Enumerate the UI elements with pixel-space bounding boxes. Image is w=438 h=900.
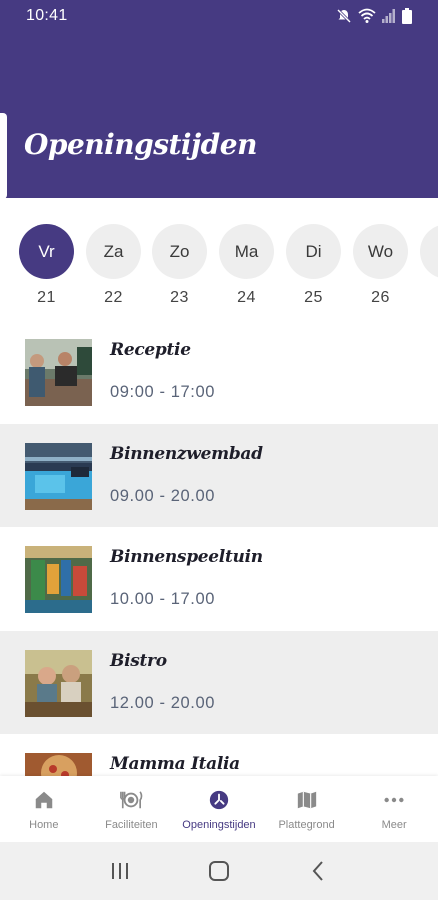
day-wo[interactable]: Wo 26 [353,224,408,307]
clock-icon [209,790,229,810]
facility-name: Bistro [110,650,167,671]
tab-label: Openingstijden [182,819,256,831]
tab-openingstijden[interactable]: Openingstijden [175,776,263,842]
facility-name: Mamma Italia [110,754,240,774]
tab-label: Faciliteiten [105,819,158,831]
tab-faciliteiten[interactable]: Faciliteiten [88,776,176,842]
day-circle: Wo [353,224,408,279]
page-title: Openingstijden [24,128,257,161]
day-number: 23 [170,289,189,306]
facility-name: Binnenzwembad [110,443,263,464]
day-circle [420,224,438,279]
more-dots-icon [384,797,404,803]
day-circle: Vr [19,224,74,279]
facility-thumbnail [25,753,92,776]
home-nav-icon [208,861,229,881]
facility-hours: 09:00 - 17:00 [110,383,216,401]
status-icons [336,8,412,24]
map-icon [297,791,316,809]
day-selector: Vr 21 Za 22 Zo 23 Ma 24 Di 25 Wo 26 [0,198,438,320]
wifi-icon [358,8,376,23]
day-number: 21 [37,289,56,306]
facility-thumbnail [25,339,92,406]
day-vr[interactable]: Vr 21 [19,224,74,307]
status-time: 10:41 [26,7,68,24]
bottom-tab-bar: Home Faciliteiten Openingstijden Platteg… [0,776,438,842]
mute-icon [336,8,352,24]
list-item-binnenzwembad[interactable]: Binnenzwembad 09.00 - 20.00 [0,423,438,527]
tab-label: Plattegrond [278,819,335,831]
day-next-partial[interactable] [420,224,438,279]
facility-thumbnail [25,649,92,717]
system-navigation-bar [0,842,438,900]
facility-list: Receptie 09:00 - 17:00 Binnenzwembad 09.… [0,320,438,776]
facility-name: Binnenspeeltuin [110,547,263,567]
tab-home[interactable]: Home [0,776,88,842]
tab-label: Meer [381,819,407,831]
day-circle: Zo [152,224,207,279]
day-number: 25 [304,289,323,306]
battery-icon [402,8,412,24]
home-icon [35,791,53,809]
day-number: 24 [237,289,256,306]
back-button[interactable] [298,851,338,891]
signal-icon [382,9,395,23]
recent-apps-icon [111,863,128,879]
facility-hours: 12.00 - 20.00 [110,693,216,712]
list-item-mamma-italia[interactable]: Mamma Italia [0,734,438,776]
day-circle: Ma [219,224,274,279]
status-bar: 10:41 [0,0,438,32]
tab-label: Home [29,819,59,831]
list-item-bistro[interactable]: Bistro 12.00 - 20.00 [0,630,438,734]
day-di[interactable]: Di 25 [286,224,341,307]
day-za[interactable]: Za 22 [86,224,141,307]
back-icon [312,861,324,881]
day-ma[interactable]: Ma 24 [219,224,274,307]
facility-thumbnail [25,442,92,510]
facility-name: Receptie [110,340,191,360]
day-circle: Di [286,224,341,279]
list-item-binnenspeeltuin[interactable]: Binnenspeeltuin 10.00 - 17.00 [0,527,438,631]
day-number: 26 [371,289,390,306]
day-circle: Za [86,224,141,279]
recent-apps-button[interactable] [100,851,140,891]
tab-plattegrond[interactable]: Plattegrond [263,776,351,842]
day-number: 22 [104,289,123,306]
home-nav-button[interactable] [199,851,239,891]
facility-hours: 10.00 - 17.00 [110,590,216,608]
header: 10:41 Openingstijden [0,0,438,198]
drawer-edge-handle[interactable] [0,113,7,199]
facility-thumbnail [25,546,92,613]
day-zo[interactable]: Zo 23 [152,224,207,307]
facility-hours: 09.00 - 20.00 [110,486,216,505]
tab-meer[interactable]: Meer [350,776,438,842]
cutlery-icon [120,791,143,809]
list-item-receptie[interactable]: Receptie 09:00 - 17:00 [0,320,438,424]
